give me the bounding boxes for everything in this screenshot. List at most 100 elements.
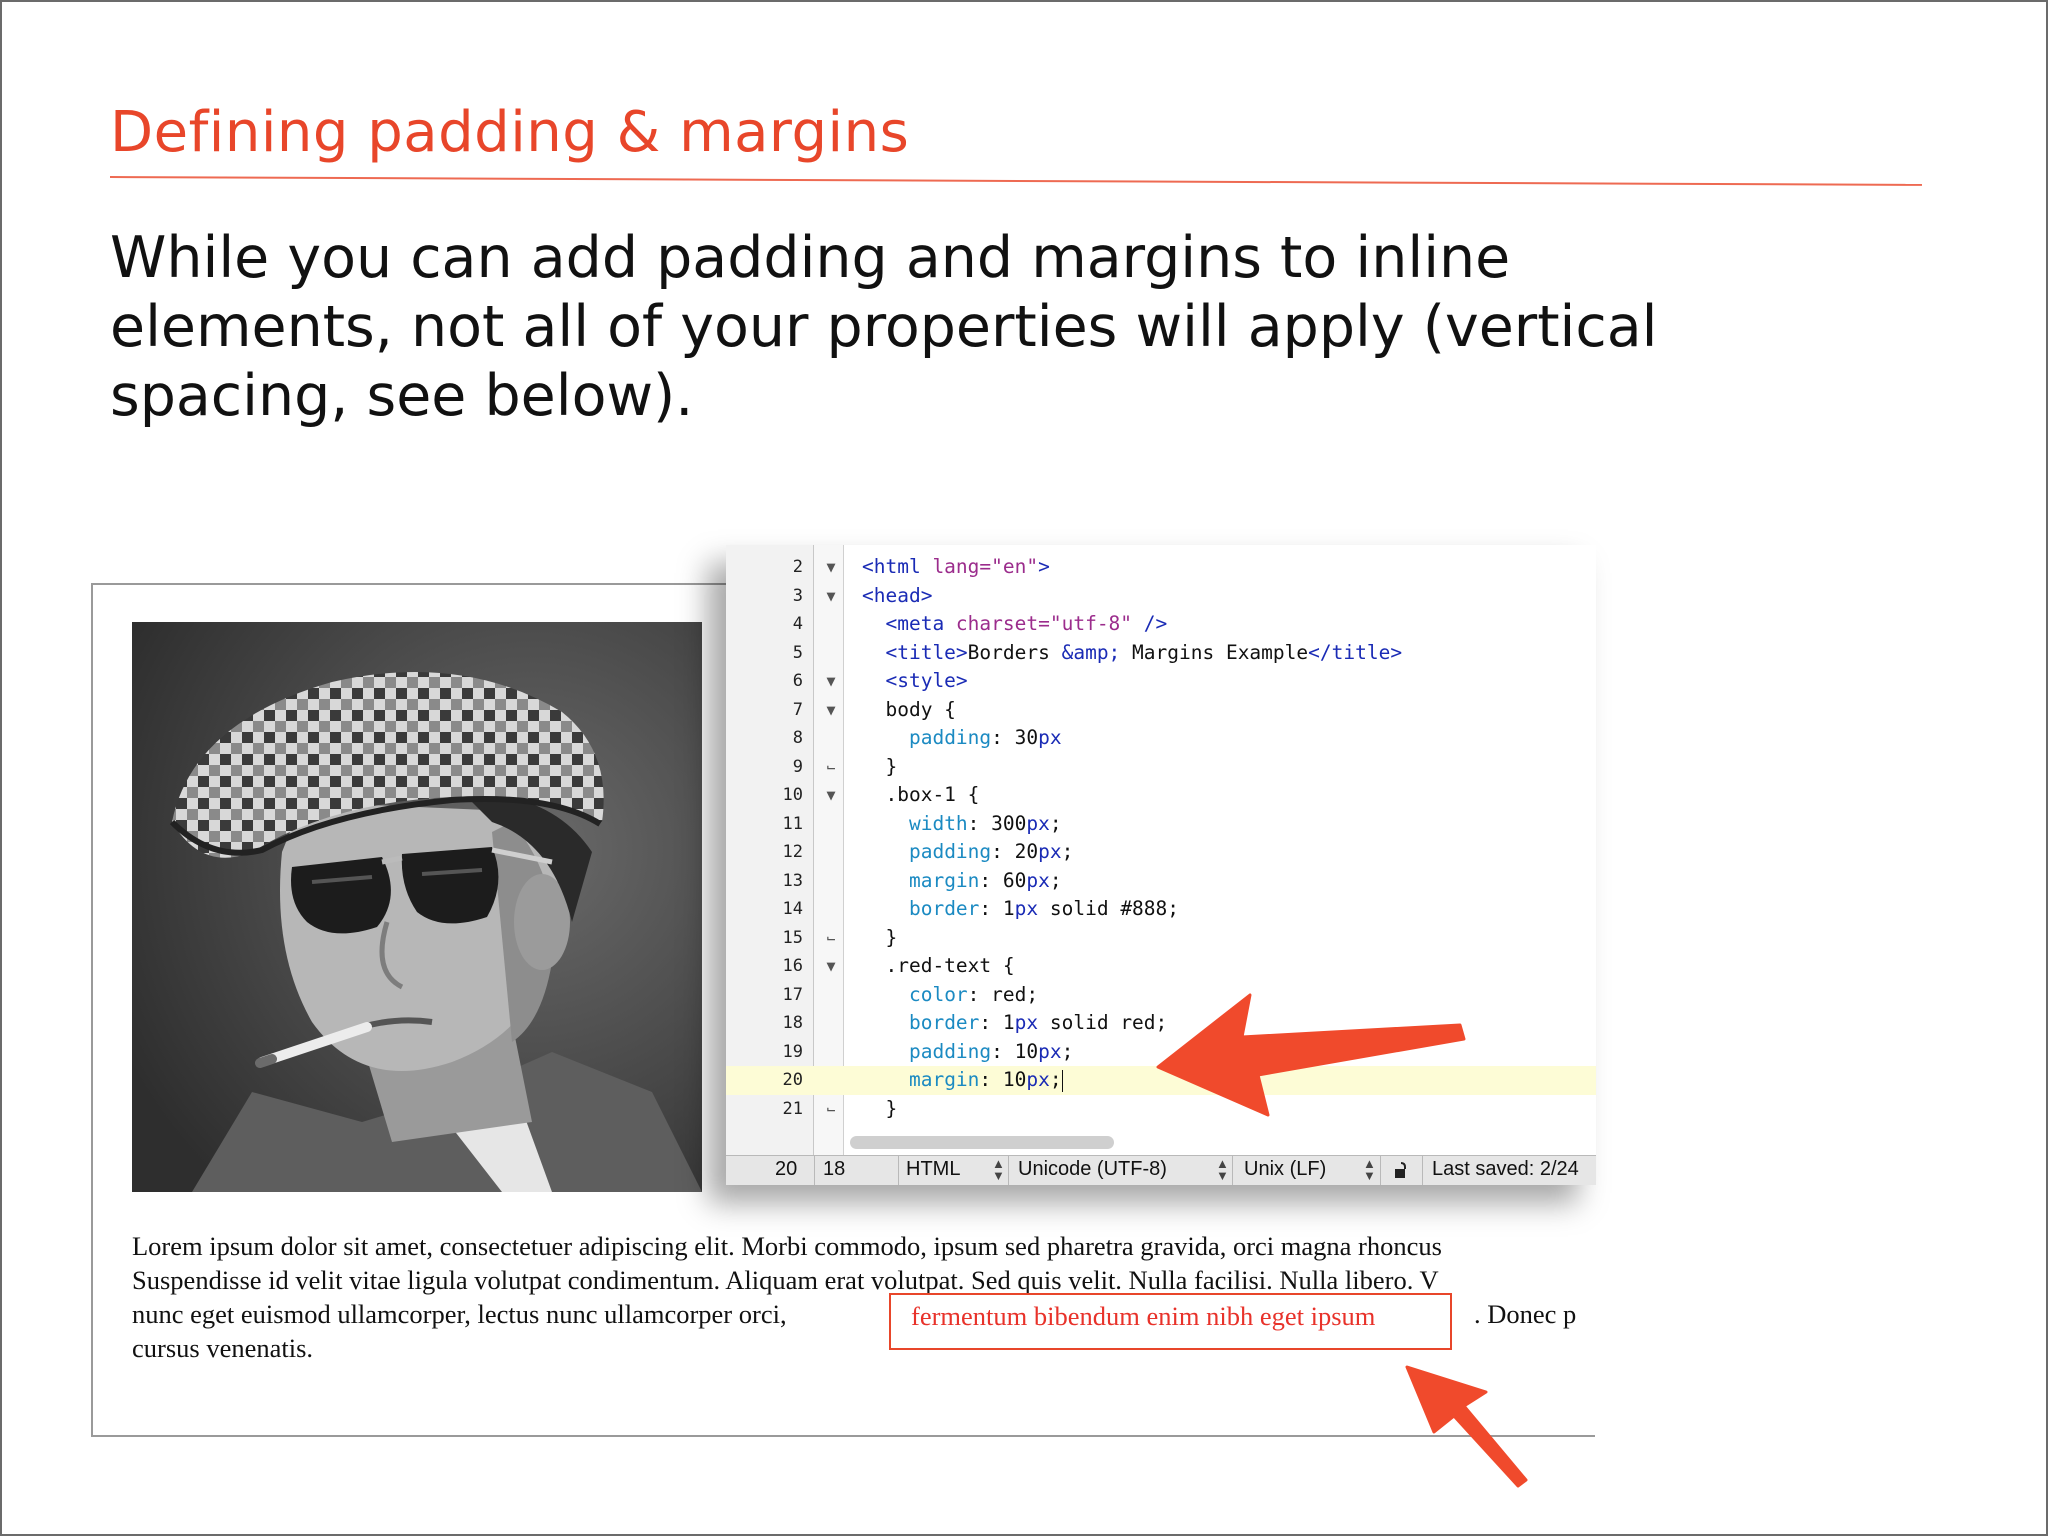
- line-number: 13: [782, 870, 803, 891]
- code-token: px: [1026, 1068, 1050, 1091]
- code-token: : red;: [967, 982, 1039, 1006]
- fold-toggle-icon[interactable]: ▼: [820, 781, 842, 810]
- portrait-illustration: [132, 622, 702, 1192]
- fold-toggle-icon[interactable]: ▼: [820, 696, 842, 725]
- status-divider: [1380, 1156, 1381, 1185]
- line-number: 11: [782, 813, 803, 834]
- line-number: 17: [782, 984, 803, 1005]
- slide: Defining padding & margins While you can…: [0, 0, 2048, 1536]
- code-token: <html: [862, 555, 921, 578]
- line-number: 4: [792, 614, 803, 634]
- text-cursor: [1061, 1069, 1064, 1092]
- code-token: ;: [1049, 868, 1062, 892]
- body-line: elements, not all of your properties wil…: [110, 294, 1658, 360]
- status-divider: [898, 1156, 899, 1185]
- code-token: 60: [1002, 868, 1027, 892]
- code-line: 15 ⌙ }: [726, 924, 1596, 953]
- code-token: Margins Example: [1120, 640, 1309, 664]
- code-line: 8 padding: 30px: [726, 724, 1596, 753]
- lock-icon[interactable]: [1394, 1161, 1408, 1179]
- code-token: px: [1026, 868, 1050, 892]
- code-line: 6 ▼ <style>: [726, 667, 1596, 696]
- code-line: 7 ▼ body {: [726, 696, 1596, 725]
- portrait-photo: [132, 622, 702, 1192]
- chevron-updown-icon[interactable]: ▲ ▼: [1363, 1157, 1376, 1182]
- code-token: .red-text {: [885, 954, 1015, 977]
- code-token: "en": [991, 555, 1039, 578]
- code-line: 3 ▼ <head>: [726, 582, 1596, 611]
- horizontal-scrollbar[interactable]: [850, 1136, 1114, 1149]
- line-number: 5: [792, 642, 803, 663]
- line-number: 6: [792, 671, 803, 691]
- line-number: 10: [782, 785, 803, 805]
- line-number: 21: [782, 1098, 803, 1119]
- code-token: <style>: [885, 669, 968, 692]
- code-token: border: [908, 1011, 980, 1034]
- code-line: 5 <title>Borders &amp; Margins Example</…: [726, 639, 1596, 668]
- code-token: Borders: [967, 640, 1062, 664]
- fold-toggle-icon[interactable]: ▼: [820, 952, 842, 981]
- paragraph-line: nunc eget euismod ullamcorper, lectus nu…: [132, 1293, 1595, 1350]
- code-token: :: [979, 897, 1003, 920]
- code-token: "utf-8": [1049, 612, 1133, 635]
- last-saved-status: Last saved: 2/24: [1432, 1158, 1579, 1180]
- code-token: <title>: [885, 640, 968, 664]
- fold-end-icon: ⌙: [826, 928, 836, 947]
- code-token: border: [908, 897, 980, 920]
- status-divider: [1422, 1156, 1423, 1185]
- code-token: ;: [1061, 840, 1074, 863]
- paragraph-line: Suspendisse id velit vitae ligula volutp…: [132, 1265, 1439, 1295]
- code-token: 10: [1002, 1068, 1027, 1091]
- code-token: solid red;: [1038, 1011, 1168, 1034]
- slide-body-text: While you can add padding and margins to…: [110, 224, 1670, 431]
- body-line: spacing, see below).: [110, 363, 694, 429]
- chevron-updown-icon[interactable]: ▲ ▼: [992, 1157, 1005, 1182]
- code-token: ;: [1049, 811, 1062, 835]
- fold-end-icon: ⌙: [826, 757, 836, 776]
- fold-toggle-icon[interactable]: ▼: [820, 667, 842, 696]
- code-token: width: [908, 811, 968, 835]
- code-token: padding: [908, 1039, 992, 1063]
- arrow-icon: [1405, 1365, 1528, 1488]
- code-line: 9 ⌙ }: [726, 753, 1596, 782]
- code-token: :: [991, 1039, 1015, 1063]
- code-token: >: [1038, 555, 1050, 578]
- code-line: 16 ▼ .red-text {: [726, 952, 1596, 981]
- encoding-select[interactable]: Unicode (UTF-8): [1018, 1158, 1167, 1181]
- code-token: }: [885, 925, 898, 949]
- code-token: 20: [1014, 840, 1039, 863]
- line-number: 9: [792, 756, 803, 777]
- chevron-updown-icon[interactable]: ▲ ▼: [1216, 1157, 1229, 1182]
- lorem-paragraph: Lorem ipsum dolor sit amet, consectetuer…: [132, 1229, 1595, 1365]
- code-token: />: [1132, 612, 1168, 635]
- code-token: 1: [1002, 1011, 1015, 1034]
- status-divider: [1008, 1156, 1009, 1185]
- code-token: px: [1038, 1039, 1062, 1063]
- line-number: 16: [782, 956, 803, 976]
- paragraph-text: . Donec p: [1474, 1299, 1577, 1329]
- line-number: 8: [792, 728, 803, 748]
- arrow-icon: [1156, 993, 1466, 1117]
- code-token: color: [908, 982, 968, 1006]
- editor-status-bar: 20 18 HTML ▲ ▼ Unicode (UTF-8) ▲ ▼ Unix (L…: [726, 1155, 1596, 1185]
- slide-title: Defining padding & margins: [110, 100, 910, 165]
- code-token: padding: [908, 726, 992, 749]
- code-line: 2 ▼ <html lang="en">: [726, 553, 1596, 582]
- line-number: 20: [782, 1070, 803, 1090]
- line-endings-select[interactable]: Unix (LF): [1244, 1158, 1326, 1181]
- code-token: margin: [908, 868, 980, 892]
- code-token: 10: [1014, 1039, 1039, 1063]
- code-token: body {: [885, 697, 956, 721]
- code-token: <meta: [885, 612, 945, 635]
- code-token: ;: [1049, 1068, 1062, 1091]
- code-token: solid #888;: [1038, 897, 1180, 920]
- line-number: 19: [782, 1041, 803, 1062]
- language-select[interactable]: HTML: [906, 1158, 960, 1181]
- code-token: }: [885, 1096, 898, 1120]
- paragraph-text: nunc eget euismod ullamcorper, lectus nu…: [132, 1299, 787, 1329]
- code-token: :: [979, 868, 1003, 892]
- line-number: 18: [782, 1013, 803, 1033]
- fold-toggle-icon[interactable]: ▼: [820, 553, 842, 582]
- code-token: 30: [1014, 726, 1039, 749]
- fold-toggle-icon[interactable]: ▼: [820, 582, 842, 611]
